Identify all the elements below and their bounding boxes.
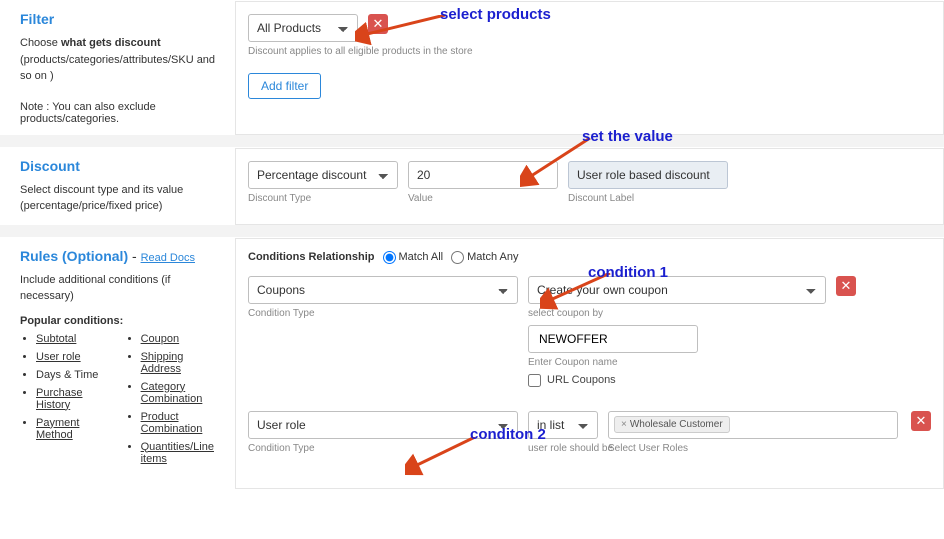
discount-value-input[interactable]	[408, 161, 558, 189]
rules-title: Rules (Optional) - Read Docs	[20, 248, 225, 264]
popular-link-product-combination[interactable]: Product Combination	[141, 411, 203, 435]
discount-type-select[interactable]: Percentage discount	[248, 161, 398, 189]
user-roles-placeholder: Select User Roles	[608, 443, 898, 454]
text: Choose	[20, 37, 61, 49]
conditions-relationship: Conditions Relationship Match All Match …	[248, 251, 931, 264]
condition2-op-select[interactable]: in list	[528, 411, 598, 439]
popular-link-purchase-history[interactable]: Purchase History	[36, 387, 82, 411]
popular-link-coupon[interactable]: Coupon	[141, 333, 180, 345]
coupon-name-hint: Enter Coupon name	[528, 357, 826, 368]
discount-value-label: Value	[408, 193, 558, 204]
discount-type-label: Discount Type	[248, 193, 398, 204]
remove-tag-icon[interactable]: ×	[621, 419, 627, 430]
url-coupons-label: URL Coupons	[547, 374, 616, 386]
condition2-type-select[interactable]: User role	[248, 411, 518, 439]
popular-link-quantities[interactable]: Quantities/Line items	[141, 441, 214, 465]
match-all-radio[interactable]: Match All	[383, 251, 444, 264]
discount-title: Discount	[20, 158, 225, 174]
text: -	[128, 248, 140, 264]
filter-applies-note: Discount applies to all eligible product…	[248, 46, 931, 57]
rules-help: Include additional conditions (if necess…	[20, 272, 225, 305]
remove-condition1-button[interactable]: ✕	[836, 276, 856, 296]
discount-help: Select discount type and its value (perc…	[20, 182, 225, 215]
read-docs-link[interactable]: Read Docs	[141, 252, 195, 264]
popular-link-subtotal[interactable]: Subtotal	[36, 333, 76, 345]
filter-title: Filter	[20, 11, 225, 27]
condition1-mode-label: select coupon by	[528, 308, 826, 319]
popular-link-category-combination[interactable]: Category Combination	[141, 381, 203, 405]
text: Rules (Optional)	[20, 248, 128, 264]
cond-rel-label: Conditions Relationship	[248, 251, 375, 263]
coupon-name-input[interactable]	[528, 325, 698, 353]
condition1-type-label: Condition Type	[248, 308, 518, 319]
filter-help: Choose what gets discount (products/cate…	[20, 35, 225, 85]
user-roles-input[interactable]: ×Wholesale Customer	[608, 411, 898, 439]
tag-text: Wholesale Customer	[630, 419, 723, 430]
url-coupons-checkbox[interactable]	[528, 374, 541, 387]
text: what gets discount	[61, 37, 161, 49]
popular-link-payment-method[interactable]: Payment Method	[36, 417, 79, 441]
match-all-input[interactable]	[383, 251, 396, 264]
product-scope-select[interactable]: All Products	[248, 14, 358, 42]
match-any-radio[interactable]: Match Any	[451, 251, 518, 264]
popular-link-user-role[interactable]: User role	[36, 351, 81, 363]
filter-note: Note : You can also exclude products/cat…	[20, 101, 225, 125]
popular-conditions: Subtotal User role Days & Time Purchase …	[20, 333, 225, 471]
condition1-type-select[interactable]: Coupons	[248, 276, 518, 304]
condition1-mode-select[interactable]: Create your own coupon	[528, 276, 826, 304]
discount-label-input[interactable]	[568, 161, 728, 189]
discount-label-label: Discount Label	[568, 193, 728, 204]
condition2-type-label: Condition Type	[248, 443, 518, 454]
popular-conditions-title: Popular conditions:	[20, 315, 225, 327]
user-role-tag[interactable]: ×Wholesale Customer	[614, 416, 730, 433]
add-filter-button[interactable]: Add filter	[248, 73, 321, 99]
popular-link-shipping-address[interactable]: Shipping Address	[141, 351, 184, 375]
condition2-op-label: user role should be	[528, 443, 598, 454]
text: (products/categories/attributes/SKU and …	[20, 54, 215, 83]
text: Match All	[399, 251, 444, 263]
remove-condition2-button[interactable]: ✕	[911, 411, 931, 431]
match-any-input[interactable]	[451, 251, 464, 264]
remove-filter-button[interactable]: ✕	[368, 14, 388, 34]
text: Match Any	[467, 251, 518, 263]
popular-text-days-time: Days & Time	[36, 369, 98, 381]
